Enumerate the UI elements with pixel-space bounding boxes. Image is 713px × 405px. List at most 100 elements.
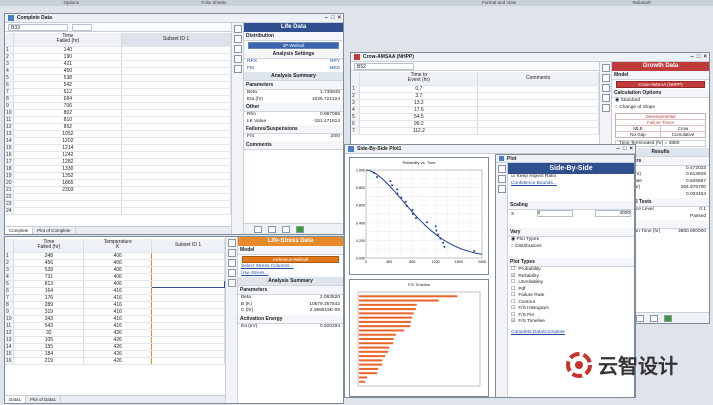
table-row[interactable]: 21 2303 [5,186,231,194]
subset-cell[interactable] [151,259,225,267]
table-icon[interactable] [227,259,236,267]
temperature-cell[interactable]: 406 [83,252,153,260]
window-titlebar[interactable]: Side-By-Side Plot1 – □ × [345,145,635,154]
time-cell[interactable]: 0.7 [359,85,479,93]
subset-cell[interactable] [121,123,231,131]
plot-tab[interactable]: Plot [496,155,634,163]
temperature-cell[interactable]: 416 [83,301,153,309]
table-row[interactable]: 13 105 426 [5,336,225,344]
table-row[interactable]: 18 1330 [5,165,231,173]
subset-cell[interactable] [121,158,231,166]
time-cell[interactable]: 112.2 [359,127,479,135]
report-icon[interactable] [282,226,290,233]
table-row[interactable]: 2 3.7 [351,92,599,100]
report-icon[interactable] [601,94,610,102]
plot-icon[interactable] [268,226,276,233]
subset-cell[interactable] [121,172,231,180]
table-row[interactable]: 8 684 [5,95,231,103]
table-row[interactable]: 7 612 [5,88,231,96]
radio-icon[interactable]: ◉ [511,237,515,242]
subset-cell[interactable] [121,186,231,194]
table-row[interactable]: 15 184 426 [5,350,225,358]
chart-icon[interactable] [233,35,242,43]
col-header-subset[interactable]: Subset ID 1 [121,33,231,47]
table-row[interactable]: 22 [5,193,231,201]
time-cell[interactable]: 862 [13,123,123,131]
table-row[interactable]: 10 802 [5,109,231,117]
radio-change-of-slope[interactable]: ○ Change of Slope [612,105,709,112]
opt-crow[interactable]: Crow [661,126,705,131]
temperature-cell[interactable]: 416 [83,294,153,302]
time-cell[interactable]: 731 [13,273,85,281]
table-row[interactable]: 6 99.2 [351,120,599,128]
time-cell[interactable] [13,200,123,208]
time-cell[interactable]: 1242 [13,151,123,159]
table-row[interactable]: 4 450 [5,67,231,75]
temperature-cell[interactable]: 416 [83,308,153,316]
subset-cell[interactable] [151,266,225,274]
time-cell[interactable]: 450 [13,67,123,75]
time-cell[interactable]: 140 [13,46,123,54]
opt-fm[interactable]: FM [247,66,254,73]
minimize-icon[interactable]: – [617,146,620,152]
table-row[interactable]: 3 421 [5,60,231,68]
subset-cell[interactable] [151,343,225,351]
complete-data-link[interactable]: Complete Data\Complete [508,330,634,337]
time-cell[interactable]: 17.6 [359,106,479,114]
menu-reliasoft[interactable]: ReliaSoft [570,0,713,6]
time-cell[interactable] [13,207,123,215]
temperature-cell[interactable]: 426 [83,336,153,344]
x-max-input[interactable]: 4000 [594,210,631,217]
temperature-cell[interactable]: 416 [83,322,153,330]
radio-icon[interactable]: ◉ [615,98,619,103]
time-cell[interactable]: 99.2 [359,120,479,128]
chart-icon[interactable] [497,175,506,183]
subset-cell[interactable] [121,165,231,173]
time-cell[interactable]: 538 [13,74,123,82]
time-cell[interactable]: 802 [13,109,123,117]
subset-cell[interactable] [121,207,231,215]
minimize-icon[interactable]: – [325,15,328,21]
check-icon[interactable] [497,185,506,193]
time-cell[interactable]: 105 [13,336,85,344]
subset-cell[interactable] [151,252,225,260]
comments-cell[interactable] [477,120,599,128]
settings-icon[interactable] [227,279,236,287]
menu-folio-sheets[interactable]: Folio Sheets [143,0,286,6]
table-row[interactable]: 5 813 406 [5,279,225,288]
temperature-cell[interactable]: 426 [83,343,153,351]
distribution-dropdown[interactable]: 2P-Weibull [248,42,339,49]
table-row[interactable]: 5 54.5 [351,113,599,121]
time-cell[interactable]: 684 [13,95,123,103]
subset-cell[interactable] [121,137,231,145]
subset-cell[interactable] [121,102,231,110]
table-row[interactable]: 3 528 406 [5,266,225,274]
comments-cell[interactable] [477,113,599,121]
formula-input[interactable] [72,23,92,31]
subset-cell[interactable] [151,279,225,288]
subset-cell[interactable] [151,336,225,344]
subset-cell[interactable] [121,81,231,89]
plot-icon[interactable] [497,165,506,173]
temperature-cell[interactable]: 416 [83,315,153,323]
temperature-cell[interactable]: 426 [83,350,153,358]
time-cell[interactable]: 706 [13,102,123,110]
table-row[interactable]: 7 112.2 [351,127,599,135]
tab-data1[interactable]: Data1 [5,396,27,403]
table-row[interactable]: 4 731 406 [5,273,225,281]
time-cell[interactable] [13,193,123,201]
subset-cell[interactable] [121,53,231,61]
time-cell[interactable]: 543 [13,322,85,330]
col-header-time-to-event[interactable]: Time to Event (hr) [359,72,479,86]
flag-icon[interactable] [296,226,304,233]
table-row[interactable]: 23 [5,200,231,208]
data-icon[interactable] [601,64,610,72]
subset-cell[interactable] [121,130,231,138]
cell-reference[interactable]: B33 [8,23,68,31]
menu-format-view[interactable]: Format and View [428,0,571,6]
window-titlebar[interactable]: Crow-AMSAA (NHPP) – □ × [351,53,709,62]
table-row[interactable]: 20 1865 [5,179,231,187]
table-row[interactable]: 8 289 416 [5,301,225,309]
temperature-cell[interactable]: 426 [83,329,153,337]
checkbox-icon[interactable]: ☑ [511,174,515,179]
